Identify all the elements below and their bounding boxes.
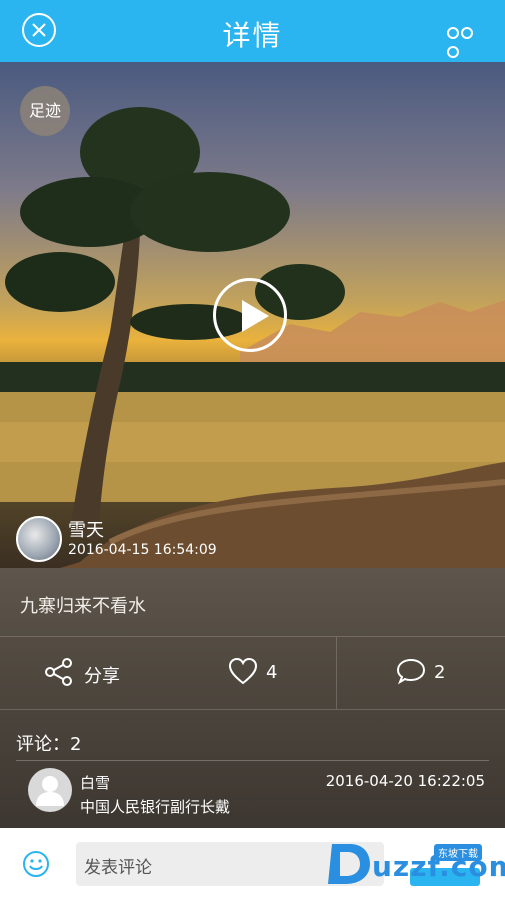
commenter-avatar[interactable] bbox=[28, 768, 72, 812]
comments-heading: 评论：2 bbox=[16, 734, 82, 755]
divider bbox=[16, 760, 489, 761]
top-bar: 详情 bbox=[0, 0, 505, 62]
more-options-button[interactable] bbox=[447, 24, 487, 58]
like-button[interactable]: 4 bbox=[228, 657, 277, 689]
commenter-name[interactable]: 白雪 bbox=[80, 772, 110, 793]
play-button[interactable] bbox=[213, 278, 287, 352]
comment-button[interactable]: 2 bbox=[396, 657, 445, 689]
emoji-button[interactable] bbox=[22, 850, 50, 882]
post-timestamp: 2016-04-15 16:54:09 bbox=[68, 542, 217, 558]
divider bbox=[336, 637, 337, 709]
watermark-badge: 东坡下载 bbox=[434, 844, 482, 861]
page-title: 详情 bbox=[222, 19, 283, 52]
share-icon bbox=[45, 658, 72, 686]
play-icon bbox=[242, 300, 269, 332]
comment-count: 2 bbox=[434, 662, 446, 683]
share-button[interactable]: 分享 bbox=[44, 657, 120, 689]
comment-item[interactable]: 白雪 中国人民银行副行长戴 2016-04-20 16:22:05 bbox=[0, 766, 505, 826]
action-bar: 分享 4 2 bbox=[0, 636, 505, 710]
heart-icon bbox=[228, 657, 258, 685]
dot-icon bbox=[447, 27, 459, 39]
video-preview[interactable]: 足迹 雪天 2016-04-15 16:54:09 bbox=[0, 62, 505, 568]
post-caption: 九寨归来不看水 bbox=[20, 596, 146, 617]
dot-icon bbox=[461, 27, 473, 39]
comment-input-placeholder: 发表评论 bbox=[84, 858, 152, 878]
post-content: 九寨归来不看水 分享 4 2 评论：2 白雪 中国人民银行副行长戴 2016-0… bbox=[0, 568, 505, 828]
dot-icon bbox=[447, 46, 459, 58]
watermark-d-icon bbox=[328, 844, 370, 884]
author-name[interactable]: 雪天 bbox=[68, 516, 104, 542]
watermark-logo: uzzf.com 东坡下载 bbox=[322, 838, 505, 894]
comment-timestamp: 2016-04-20 16:22:05 bbox=[325, 772, 485, 790]
default-avatar-icon bbox=[36, 776, 64, 806]
speech-bubble-icon bbox=[396, 658, 426, 685]
footprint-button[interactable]: 足迹 bbox=[20, 86, 70, 136]
share-label: 分享 bbox=[84, 666, 120, 687]
like-count: 4 bbox=[266, 662, 278, 683]
smiley-icon bbox=[23, 851, 49, 877]
comment-text: 中国人民银行副行长戴 bbox=[80, 798, 231, 816]
author-avatar[interactable] bbox=[16, 516, 62, 562]
